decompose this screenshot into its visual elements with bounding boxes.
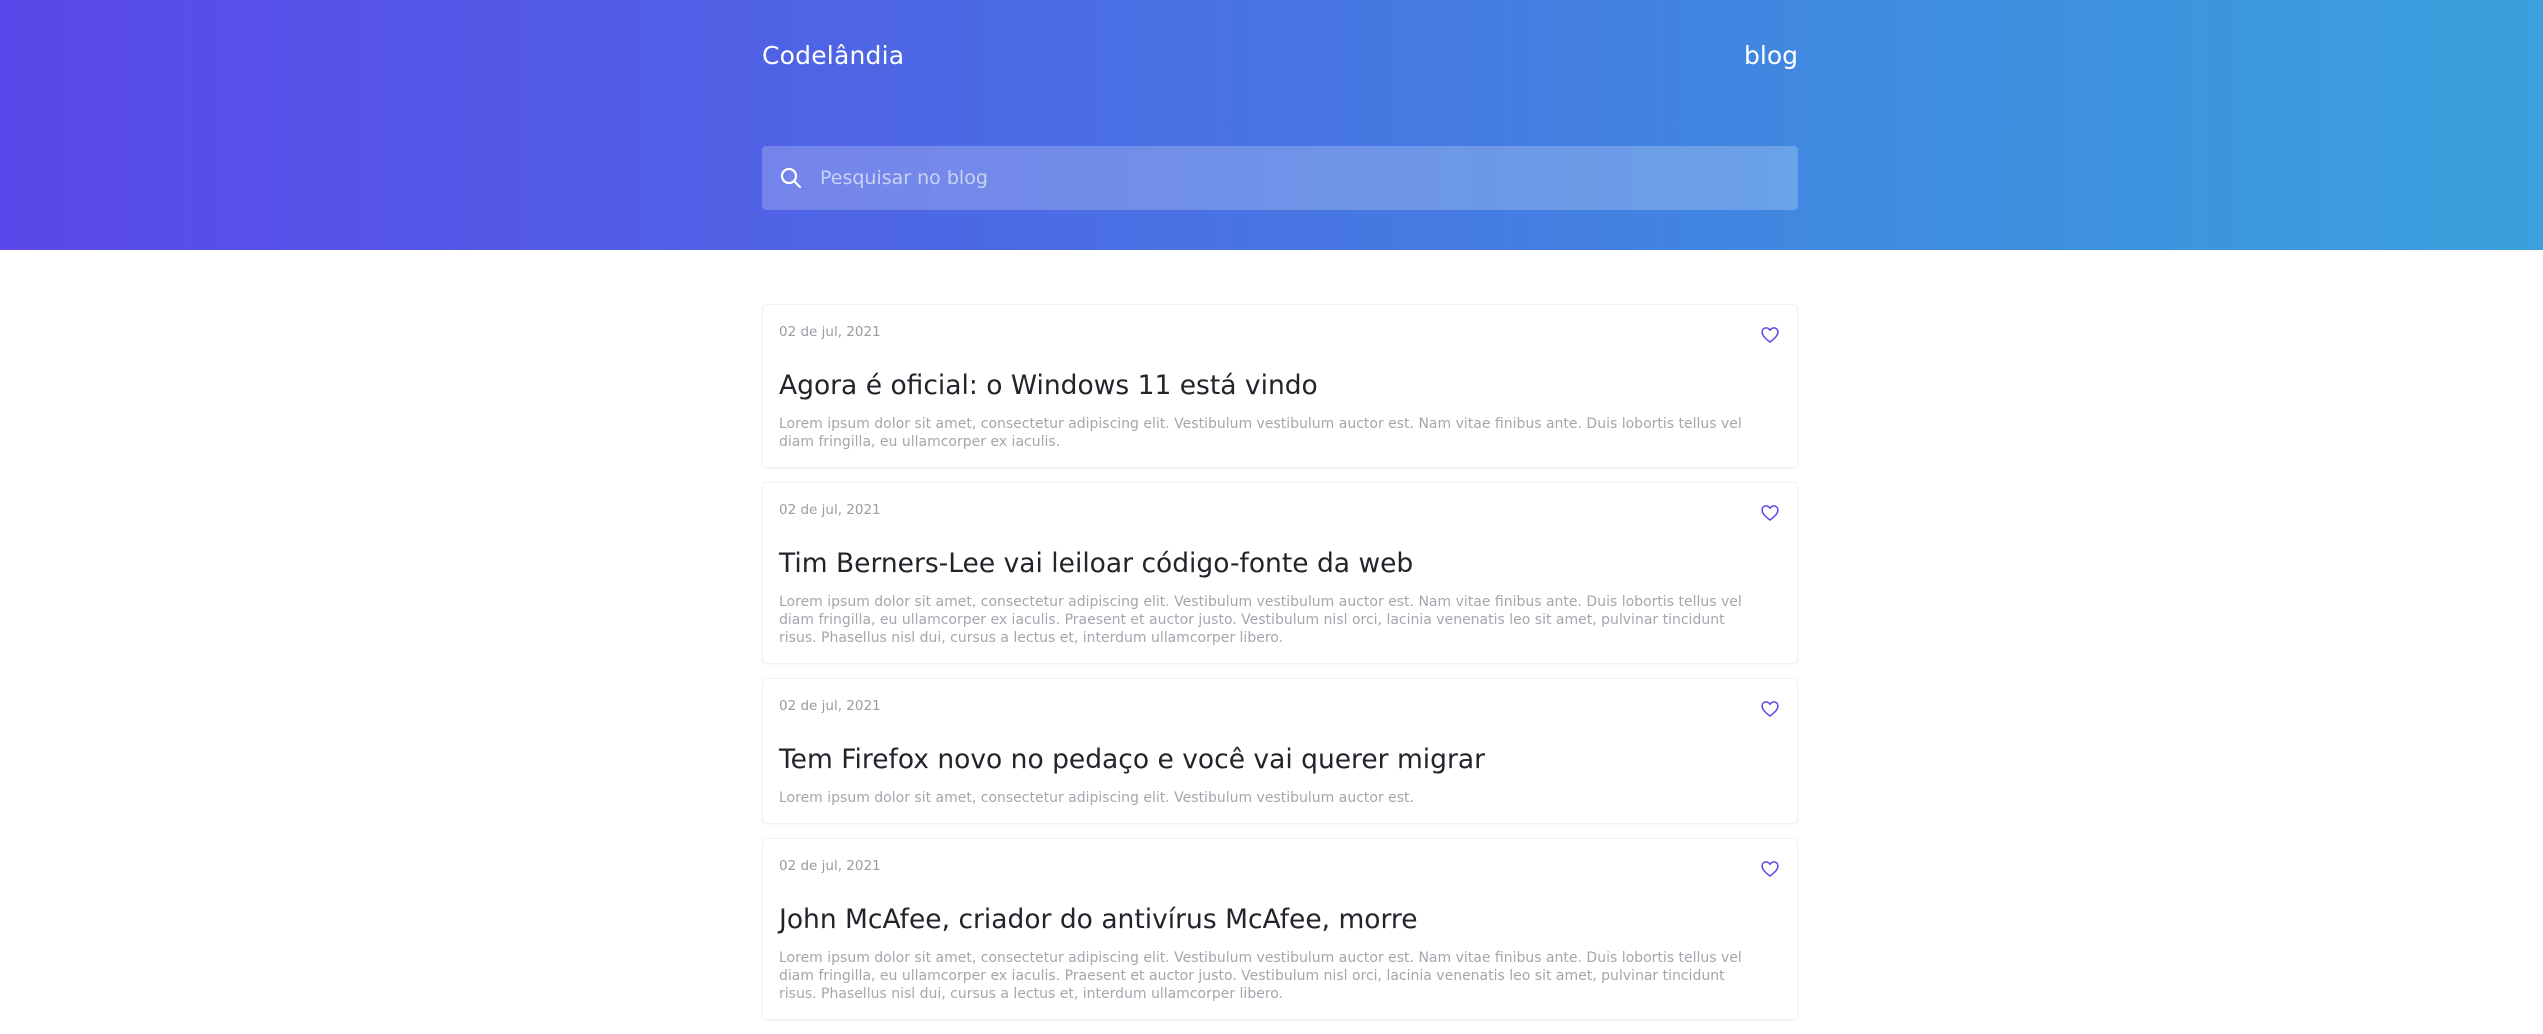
post-list: 02 de jul, 2021 Agora é oficial: o Windo… (762, 304, 1798, 1034)
heart-icon[interactable] (1759, 324, 1781, 346)
post-excerpt: Lorem ipsum dolor sit amet, consectetur … (779, 594, 1742, 646)
post-excerpt: Lorem ipsum dolor sit amet, consectetur … (779, 790, 1414, 806)
post-title[interactable]: John McAfee, criador do antivírus McAfee… (779, 903, 1781, 937)
post-date: 02 de jul, 2021 (779, 698, 881, 714)
post-card[interactable]: 02 de jul, 2021 Tem Firefox novo no peda… (762, 678, 1798, 824)
post-excerpt: Lorem ipsum dolor sit amet, consectetur … (779, 950, 1742, 1002)
post-excerpt: Lorem ipsum dolor sit amet, consectetur … (779, 416, 1742, 450)
post-card[interactable]: 02 de jul, 2021 Agora é oficial: o Windo… (762, 304, 1798, 468)
nav-link-blog[interactable]: blog (1744, 41, 1798, 70)
post-card[interactable]: 02 de jul, 2021 Tim Berners-Lee vai leil… (762, 482, 1798, 664)
post-date: 02 de jul, 2021 (779, 324, 881, 340)
post-card[interactable]: 02 de jul, 2021 John McAfee, criador do … (762, 838, 1798, 1020)
heart-icon[interactable] (1759, 502, 1781, 524)
post-title[interactable]: Tim Berners-Lee vai leiloar código-fonte… (779, 547, 1781, 581)
heart-icon[interactable] (1759, 698, 1781, 720)
top-bar: Codelândia blog (762, 38, 1798, 72)
post-date: 02 de jul, 2021 (779, 858, 881, 874)
post-title[interactable]: Tem Firefox novo no pedaço e você vai qu… (779, 743, 1781, 777)
brand-logo[interactable]: Codelândia (762, 41, 904, 70)
search-icon (778, 165, 804, 191)
heart-icon[interactable] (1759, 858, 1781, 880)
post-date: 02 de jul, 2021 (779, 502, 881, 518)
post-title[interactable]: Agora é oficial: o Windows 11 está vindo (779, 369, 1781, 403)
search-input[interactable] (820, 146, 1798, 210)
search-bar[interactable] (762, 146, 1798, 210)
